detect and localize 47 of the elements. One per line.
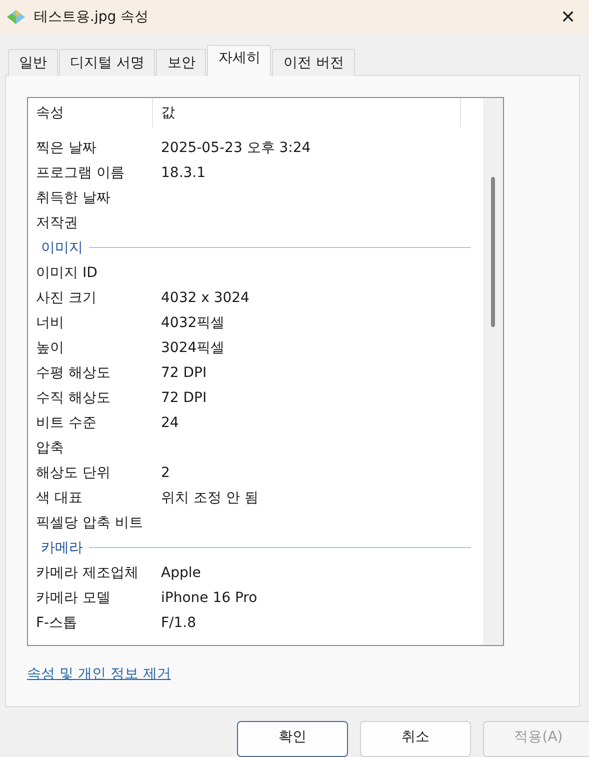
property-name: 카메라 제조업체	[35, 564, 140, 582]
property-value: Apple	[160, 564, 202, 580]
tab[interactable]: 일반	[8, 49, 58, 76]
property-name: 취득한 날짜	[35, 188, 112, 206]
property-name: 프로그램 이름	[35, 164, 126, 182]
scrollbar[interactable]	[483, 98, 503, 645]
property-name: 카메라 모델	[35, 588, 112, 606]
property-name: 찍은 날짜	[35, 138, 98, 156]
property-name: 픽셀당 압축 비트	[35, 514, 144, 532]
property-name: 해상도 단위	[35, 464, 112, 482]
column-header[interactable]: 값	[153, 98, 461, 127]
property-value: 72 DPI	[160, 390, 208, 406]
property-name: 이미지 ID	[35, 264, 98, 282]
tab[interactable]: 보안	[156, 49, 206, 76]
property-name: F-스톱	[35, 614, 78, 632]
property-name: 높이	[35, 338, 65, 356]
property-name: 수직 해상도	[35, 388, 112, 406]
dialog-button[interactable]: 취소	[360, 721, 471, 757]
property-value: 2025-05-23 오후 3:24	[160, 138, 312, 156]
property-value: iPhone 16 Pro	[160, 590, 258, 606]
property-name: 색 대표	[35, 488, 84, 506]
property-name: 수평 해상도	[35, 364, 112, 382]
property-value: 3024픽셀	[160, 338, 226, 356]
property-value: 위치 조정 안 됨	[160, 488, 260, 506]
property-name: 비트 수준	[35, 414, 98, 432]
property-value: 4032픽셀	[160, 314, 226, 332]
tab[interactable]: 자세히	[207, 45, 272, 76]
group-header: 이미지	[41, 238, 83, 256]
property-name: 저작권	[35, 214, 79, 232]
window-title: 테스트용.jpg 속성	[34, 8, 150, 26]
group-header: 카메라	[41, 538, 83, 556]
property-name: 사진 크기	[35, 288, 98, 306]
property-name: 너비	[35, 314, 65, 332]
remove-properties-link[interactable]: 속성 및 개인 정보 제거	[27, 665, 171, 683]
dialog-button[interactable]: 확인	[237, 721, 348, 757]
property-value: 72 DPI	[160, 364, 208, 380]
property-value: 4032 x 3024	[160, 290, 250, 306]
property-value: 2	[160, 464, 171, 480]
tab[interactable]: 이전 버전	[272, 49, 355, 76]
property-value: 24	[160, 414, 180, 430]
tab[interactable]: 디지털 서명	[59, 49, 156, 76]
column-header[interactable]: 속성	[28, 98, 153, 127]
close-button[interactable]: ✕	[553, 2, 583, 32]
property-name: 압축	[35, 438, 65, 456]
property-value: F/1.8	[160, 614, 198, 630]
property-value: 18.3.1	[160, 164, 207, 180]
image-file-icon	[6, 9, 26, 25]
